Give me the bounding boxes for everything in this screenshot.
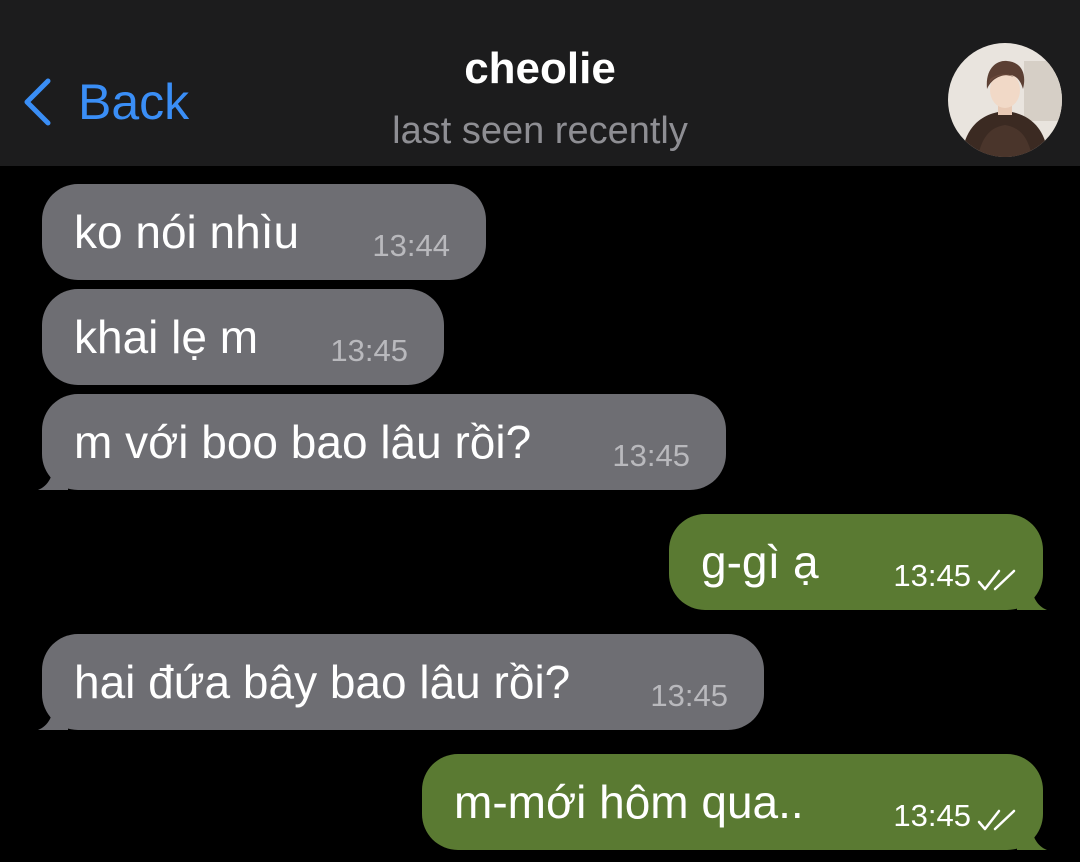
message-text: hai đứa bây bao lâu rồi?: [74, 656, 571, 708]
bubble-tail: [1017, 810, 1047, 850]
message-text: khai lẹ m: [74, 311, 259, 363]
chevron-left-icon: [24, 78, 51, 126]
message-time: 13:45: [893, 558, 971, 593]
message-bubble-outgoing[interactable]: m-mới hôm qua.. 13:45: [422, 754, 1047, 850]
message-time: 13:45: [612, 438, 690, 473]
message-text: ko nói nhìu: [74, 206, 300, 258]
avatar-photo-icon: [948, 43, 1062, 157]
message-time: 13:45: [330, 333, 408, 368]
message-text: m-mới hôm qua..: [454, 776, 804, 828]
chat-header: Back cheolie last seen recently: [0, 0, 1080, 166]
bubble-tail: [38, 450, 68, 490]
message-bubble-incoming[interactable]: hai đứa bây bao lâu rồi? 13:45: [38, 634, 764, 730]
message-text: m với boo bao lâu rồi?: [74, 416, 532, 468]
double-check-icon: [977, 569, 1016, 591]
message-bubble-incoming[interactable]: m với boo bao lâu rồi? 13:45: [38, 394, 726, 490]
message-bubble-incoming[interactable]: ko nói nhìu 13:44: [42, 184, 486, 280]
back-label: Back: [78, 74, 190, 130]
avatar[interactable]: [948, 43, 1062, 157]
double-check-icon: [977, 809, 1016, 831]
message-time: 13:45: [650, 678, 728, 713]
contact-name[interactable]: cheolie: [290, 43, 790, 95]
bubble-tail: [1017, 570, 1047, 610]
message-bubble-outgoing[interactable]: g-gì ạ 13:45: [669, 514, 1047, 610]
message-time: 13:45: [893, 798, 971, 833]
bubble-tail: [38, 690, 68, 730]
message-time: 13:44: [372, 228, 450, 263]
message-bubble-incoming[interactable]: khai lẹ m 13:45: [42, 289, 444, 385]
message-text: g-gì ạ: [701, 536, 819, 588]
contact-status: last seen recently: [392, 110, 688, 152]
back-button[interactable]: Back: [20, 72, 189, 132]
